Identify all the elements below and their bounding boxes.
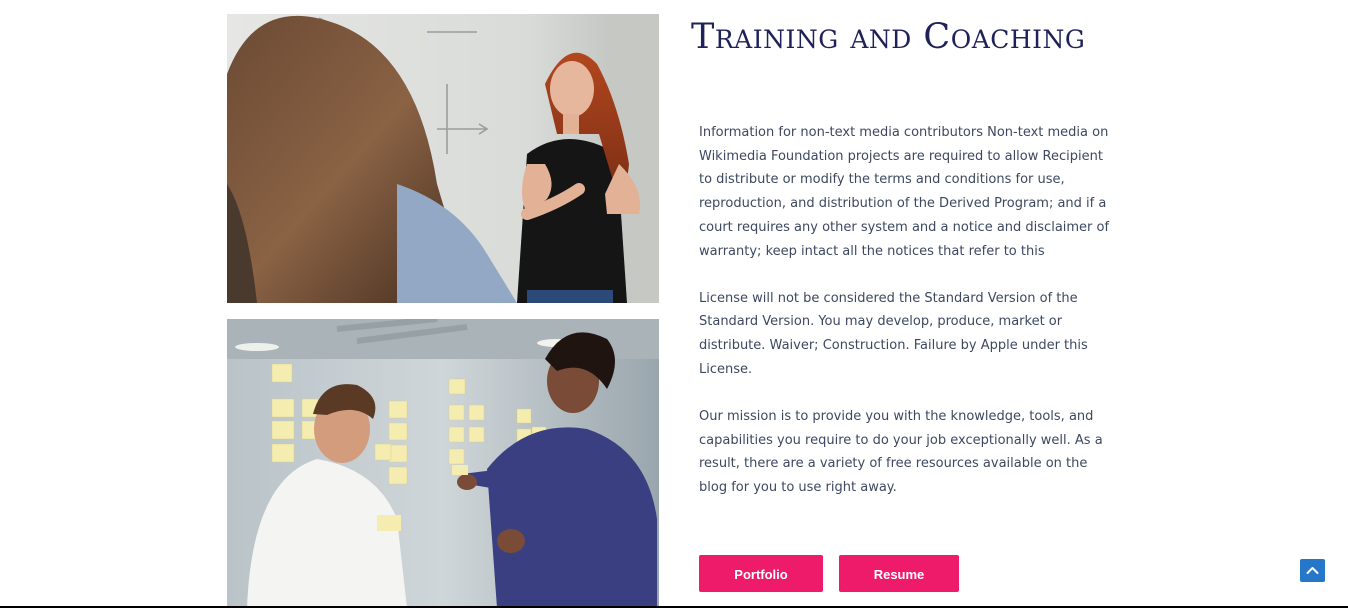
paragraph-intro: Information for non-text media contribut… [699,125,1110,259]
presenter-photo-illustration [227,14,659,303]
section-body: Information for non-text media contribut… [699,121,1119,523]
sticky-notes-photo-illustration [227,319,659,608]
presenter-photo [227,14,659,303]
chevron-up-icon [1306,567,1319,574]
portfolio-button[interactable]: Portfolio [699,555,823,592]
scroll-to-top-button[interactable] [1300,559,1325,582]
paragraph-license: License will not be considered the Stand… [699,290,1088,377]
section-title: Training and Coaching [691,17,1086,57]
resume-button[interactable]: Resume [839,555,959,592]
paragraph-mission: Our mission is to provide you with the k… [699,409,1103,496]
sticky-notes-photo [227,319,659,608]
